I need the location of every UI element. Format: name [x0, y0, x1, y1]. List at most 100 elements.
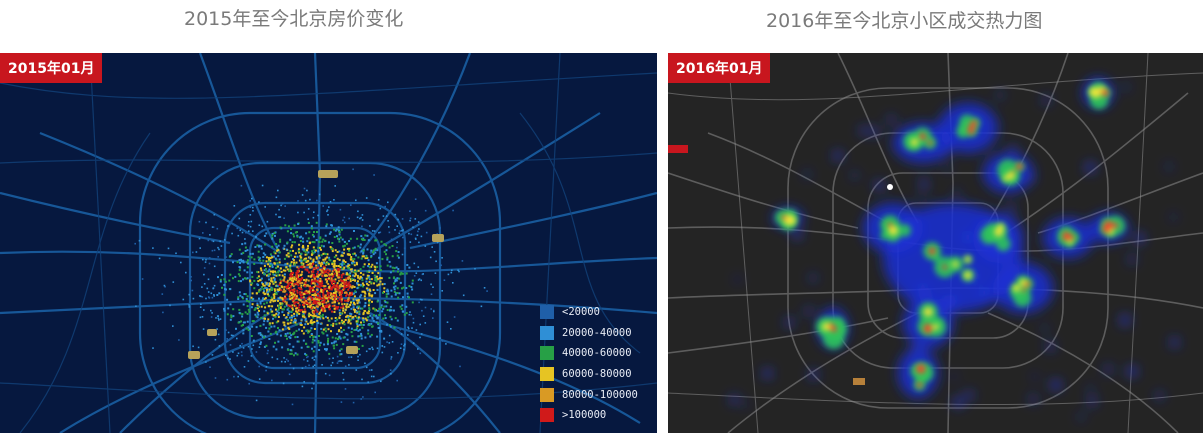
price-dot — [278, 258, 281, 261]
price-dot — [285, 301, 288, 304]
price-dot — [311, 314, 314, 317]
price-dot — [293, 224, 296, 227]
price-dot — [389, 305, 392, 308]
price-dot — [322, 238, 325, 241]
price-dot — [273, 314, 276, 317]
price-dot — [247, 308, 250, 311]
price-dot — [317, 302, 320, 304]
price-dot — [313, 231, 315, 233]
price-dot — [276, 249, 279, 252]
price-dot — [188, 306, 191, 308]
price-dot — [352, 401, 355, 404]
heat-zone — [920, 178, 928, 187]
price-dot — [388, 276, 391, 279]
price-dot — [386, 323, 389, 326]
price-dot — [394, 213, 397, 216]
price-dot — [284, 361, 286, 363]
price-dot — [248, 230, 250, 232]
price-dot — [262, 291, 265, 294]
price-dot — [257, 280, 260, 283]
price-dot — [251, 303, 254, 306]
price-dot — [310, 227, 313, 230]
price-dot — [323, 295, 326, 298]
price-dot — [340, 228, 343, 231]
house-price-map[interactable]: 2015年01月 <20000 20000-40000 40000-60000 … — [0, 53, 657, 433]
price-dot — [309, 241, 312, 244]
price-dot — [387, 220, 389, 222]
price-dot — [357, 355, 359, 358]
price-dot — [322, 261, 325, 264]
price-dot — [269, 301, 272, 304]
price-dot — [417, 221, 420, 223]
price-dot — [219, 318, 222, 320]
price-dot — [361, 307, 364, 310]
price-dot — [290, 294, 293, 297]
price-dot — [403, 313, 406, 316]
price-dot — [381, 351, 384, 354]
price-dot — [263, 264, 266, 267]
price-dot — [249, 225, 252, 228]
price-dot — [232, 308, 235, 311]
price-dot — [370, 254, 373, 257]
price-dot — [307, 345, 310, 348]
price-dot — [289, 264, 292, 267]
price-dot — [383, 243, 386, 246]
price-dot — [340, 330, 343, 333]
price-dot — [272, 270, 275, 273]
price-dot — [364, 304, 367, 307]
price-dot — [275, 213, 277, 216]
price-dot — [321, 364, 323, 366]
price-dot — [364, 234, 367, 237]
price-dot — [282, 247, 285, 250]
price-dot — [412, 342, 415, 344]
price-dot — [343, 262, 346, 265]
heat-zone — [918, 285, 928, 295]
price-dot — [263, 273, 266, 276]
price-dot — [245, 231, 247, 234]
price-dot — [291, 297, 294, 300]
price-dot — [293, 241, 296, 244]
price-dot — [289, 266, 292, 269]
price-dot — [300, 284, 303, 287]
price-dot — [420, 235, 423, 238]
price-dot — [339, 298, 341, 301]
price-dot — [318, 349, 321, 351]
price-dot — [297, 250, 300, 253]
price-dot — [354, 290, 357, 293]
price-dot — [351, 335, 354, 338]
heat-zone — [928, 247, 936, 255]
price-dot — [341, 254, 344, 257]
transaction-heatmap[interactable]: 2016年01月 — [668, 53, 1203, 433]
price-dot — [312, 382, 315, 385]
price-dot — [344, 221, 346, 224]
price-dot — [382, 307, 385, 310]
price-dot — [417, 266, 420, 268]
price-dot — [317, 246, 320, 249]
price-dot — [229, 318, 232, 321]
price-dot — [302, 303, 304, 306]
price-dot — [486, 290, 488, 292]
price-dot — [261, 184, 264, 187]
price-dot — [417, 348, 419, 350]
price-dot — [240, 184, 243, 187]
price-dot — [296, 231, 298, 233]
price-dot — [410, 233, 413, 236]
price-dot — [304, 319, 307, 322]
price-dot — [242, 303, 245, 306]
price-dot — [336, 235, 338, 238]
price-dot — [370, 333, 373, 336]
price-dot — [383, 346, 386, 348]
price-dot — [334, 278, 337, 281]
price-dot — [298, 278, 301, 281]
price-dot — [386, 341, 388, 343]
price-dot — [386, 264, 389, 267]
price-dot — [252, 339, 255, 342]
price-dot — [263, 234, 266, 237]
price-dot — [304, 268, 307, 271]
price-dot — [340, 401, 343, 403]
price-dot — [276, 274, 279, 277]
price-dot — [356, 237, 359, 240]
price-dot — [374, 391, 376, 394]
price-dot — [376, 275, 378, 278]
price-dot — [322, 290, 325, 293]
